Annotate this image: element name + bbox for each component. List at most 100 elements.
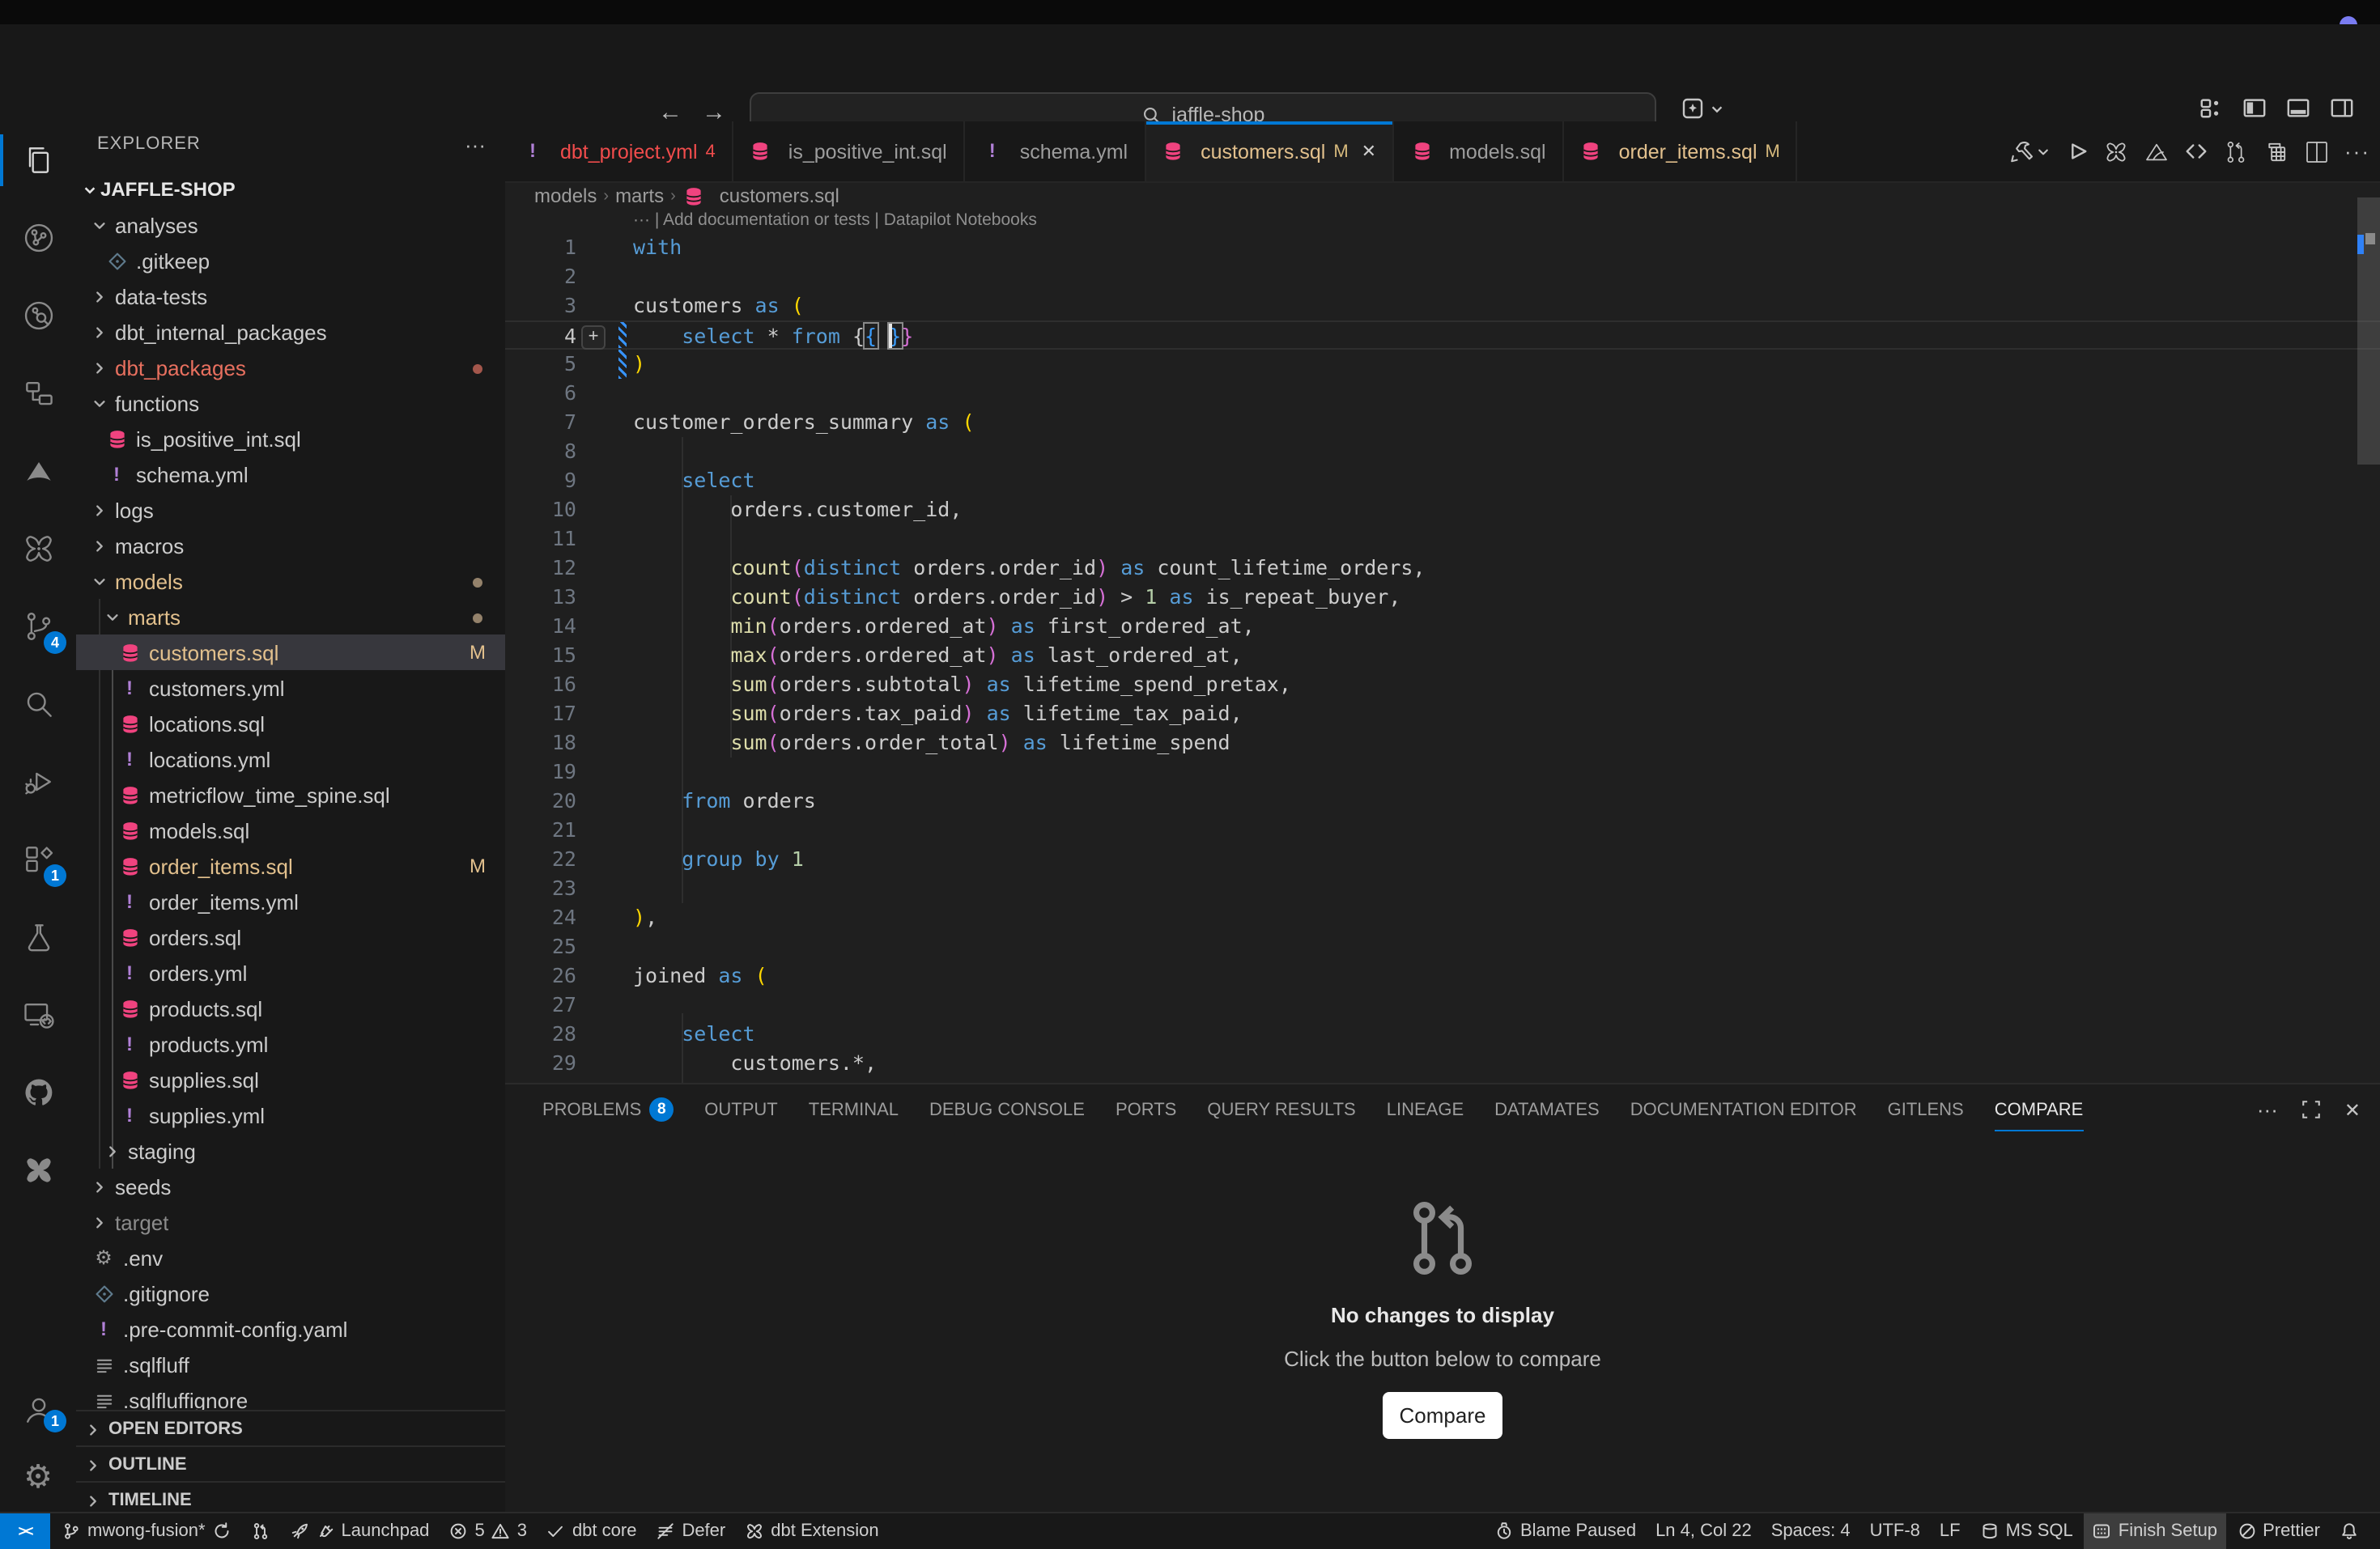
panel-tab-debug-console[interactable]: DEBUG CONSOLE (929, 1084, 1085, 1135)
tree-item-functions[interactable]: functions (76, 385, 505, 421)
activity-item-source-control[interactable]: 4 (0, 588, 76, 665)
panel-tab-query-results[interactable]: QUERY RESULTS (1207, 1084, 1355, 1135)
toggle-panel-icon[interactable] (2286, 95, 2310, 120)
more-actions-icon[interactable]: ··· (2344, 139, 2370, 163)
section-timeline[interactable]: TIMELINE (76, 1481, 505, 1512)
breadcrumb-item[interactable]: customers.sql (720, 185, 839, 207)
code-line-17[interactable]: 17 sum(orders.tax_paid) as lifetime_tax_… (505, 699, 2380, 728)
code-line-4[interactable]: 4+ select * from {{ }} (505, 320, 2380, 350)
tree-item--sqlfluffignore[interactable]: .sqlfluffignore (76, 1382, 505, 1410)
toggle-secondary-sidebar-icon[interactable] (2330, 95, 2354, 120)
activity-item-testing[interactable] (0, 898, 76, 976)
section-outline[interactable]: OUTLINE (76, 1445, 505, 1483)
copilot-menu[interactable] (1681, 95, 1724, 121)
status-notifications[interactable] (2331, 1513, 2367, 1549)
git-compare-action-icon[interactable] (2223, 138, 2249, 164)
activity-item-dbt-lineage-view[interactable] (0, 199, 76, 277)
explorer-more-icon[interactable]: ··· (465, 132, 486, 156)
panel-tab-documentation-editor[interactable]: DOCUMENTATION EDITOR (1630, 1084, 1857, 1135)
code-line-29[interactable]: 29 customers.*, (505, 1049, 2380, 1078)
code-line-14[interactable]: 14 min(orders.ordered_at) as first_order… (505, 612, 2380, 641)
tree-item-macros[interactable]: macros (76, 528, 505, 563)
panel-more-icon[interactable]: ··· (2257, 1097, 2278, 1122)
tree-item-locations-sql[interactable]: locations.sql (76, 706, 505, 741)
close-tab-icon[interactable]: ✕ (1362, 141, 1376, 162)
breadcrumb[interactable]: models›marts›customers.sql (505, 181, 2380, 210)
code-line-16[interactable]: 16 sum(orders.subtotal) as lifetime_spen… (505, 670, 2380, 699)
tab-order-items-sql[interactable]: order_items.sqlM (1564, 121, 1798, 181)
tree-item-products-sql[interactable]: products.sql (76, 991, 505, 1026)
code-line-8[interactable]: 8 (505, 437, 2380, 466)
query-results-table-icon[interactable] (2263, 138, 2289, 164)
code-line-3[interactable]: 3customers as ( (505, 291, 2380, 320)
status-launchpad[interactable]: Launchpad (282, 1513, 438, 1549)
tree-item-models[interactable]: models (76, 563, 505, 599)
run-icon[interactable] (2064, 139, 2089, 163)
panel-tab-compare[interactable]: COMPARE (1995, 1084, 2084, 1135)
tab-models-sql[interactable]: models.sql (1394, 121, 1564, 181)
build-hammer-icon[interactable] (2009, 138, 2050, 164)
status-prettier[interactable]: Prettier (2229, 1513, 2328, 1549)
activity-item-dbt-power-user-view[interactable] (0, 510, 76, 588)
activity-item-dbt-power-user-alt[interactable] (0, 1131, 76, 1209)
tree-item-dbt-internal-packages[interactable]: dbt_internal_packages (76, 314, 505, 350)
status-defer[interactable]: Defer (648, 1513, 733, 1549)
status-encoding[interactable]: UTF-8 (1862, 1513, 1928, 1549)
code-line-19[interactable]: 19 (505, 758, 2380, 787)
panel-tab-output[interactable]: OUTPUT (704, 1084, 777, 1135)
code-line-24[interactable]: 24), (505, 903, 2380, 932)
activity-item-remote-explorer[interactable] (0, 976, 76, 1054)
status-git-branch[interactable]: mwong-fusion* (53, 1513, 240, 1549)
activity-item-settings[interactable]: ⚙ (0, 1444, 76, 1512)
datapilot-icon[interactable] (2144, 138, 2170, 164)
editor-scrollbar[interactable] (2357, 181, 2380, 1083)
activity-item-search[interactable] (0, 665, 76, 743)
tree-item-data-tests[interactable]: data-tests (76, 278, 505, 314)
tree-item--pre-commit-config-yaml[interactable]: !.pre-commit-config.yaml (76, 1311, 505, 1347)
panel-tab-terminal[interactable]: TERMINAL (809, 1084, 899, 1135)
code-line-10[interactable]: 10 orders.customer_id, (505, 495, 2380, 524)
tree-item-is-positive-int-sql[interactable]: is_positive_int.sql (76, 421, 505, 456)
code-line-5[interactable]: 5) (505, 350, 2380, 379)
tree-item-logs[interactable]: logs (76, 492, 505, 528)
code-line-7[interactable]: 7customer_orders_summary as ( (505, 408, 2380, 437)
status-indentation[interactable]: Spaces: 4 (1763, 1513, 1859, 1549)
code-line-27[interactable]: 27 (505, 991, 2380, 1020)
code-line-23[interactable]: 23 (505, 874, 2380, 903)
tree-item-order-items-yml[interactable]: !order_items.yml (76, 884, 505, 919)
tree-item-schema-yml[interactable]: !schema.yml (76, 456, 505, 492)
section-open-editors[interactable]: OPEN EDITORS (76, 1410, 505, 1447)
code-line-6[interactable]: 6 (505, 379, 2380, 408)
status-finish-setup[interactable]: Finish Setup (2085, 1513, 2225, 1549)
code-line-20[interactable]: 20 from orders (505, 787, 2380, 816)
tab-schema-yml[interactable]: !schema.yml (965, 121, 1145, 181)
code-line-25[interactable]: 25 (505, 932, 2380, 961)
maximize-panel-icon[interactable] (2301, 1099, 2322, 1120)
tree-item-marts[interactable]: marts (76, 599, 505, 634)
dbt-power-user-icon[interactable] (2103, 138, 2129, 164)
close-panel-icon[interactable]: ✕ (2344, 1098, 2361, 1121)
status-eol[interactable]: LF (1932, 1513, 1969, 1549)
activity-item-explorer[interactable] (0, 121, 76, 199)
activity-item-github[interactable] (0, 1054, 76, 1131)
panel-tab-ports[interactable]: PORTS (1116, 1084, 1176, 1135)
tab-dbt-project-yml[interactable]: !dbt_project.yml4 (505, 121, 733, 181)
add-action-icon[interactable]: + (581, 325, 606, 350)
tree-item-staging[interactable]: staging (76, 1133, 505, 1169)
status-problems-status[interactable]: 53 (440, 1513, 535, 1549)
tree-item--gitignore[interactable]: .gitignore (76, 1275, 505, 1311)
tree-item-target[interactable]: target (76, 1204, 505, 1240)
split-editor-icon[interactable] (2304, 138, 2330, 164)
code-line-18[interactable]: 18 sum(orders.order_total) as lifetime_s… (505, 728, 2380, 758)
tab-customers-sql[interactable]: customers.sqlM✕ (1145, 121, 1394, 181)
activity-item-dbt-query-view[interactable] (0, 277, 76, 354)
panel-tab-lineage[interactable]: LINEAGE (1387, 1084, 1464, 1135)
tree-item-products-yml[interactable]: !products.yml (76, 1026, 505, 1062)
code-line-15[interactable]: 15 max(orders.ordered_at) as last_ordere… (505, 641, 2380, 670)
code-line-28[interactable]: 28 select (505, 1020, 2380, 1049)
status-remote-indicator[interactable]: >< (0, 1513, 50, 1549)
code-line-11[interactable]: 11 (505, 524, 2380, 554)
code-line-2[interactable]: 2 (505, 262, 2380, 291)
status-blame-status[interactable]: Blame Paused (1486, 1513, 1644, 1549)
code-line-13[interactable]: 13 count(distinct orders.order_id) > 1 a… (505, 583, 2380, 612)
